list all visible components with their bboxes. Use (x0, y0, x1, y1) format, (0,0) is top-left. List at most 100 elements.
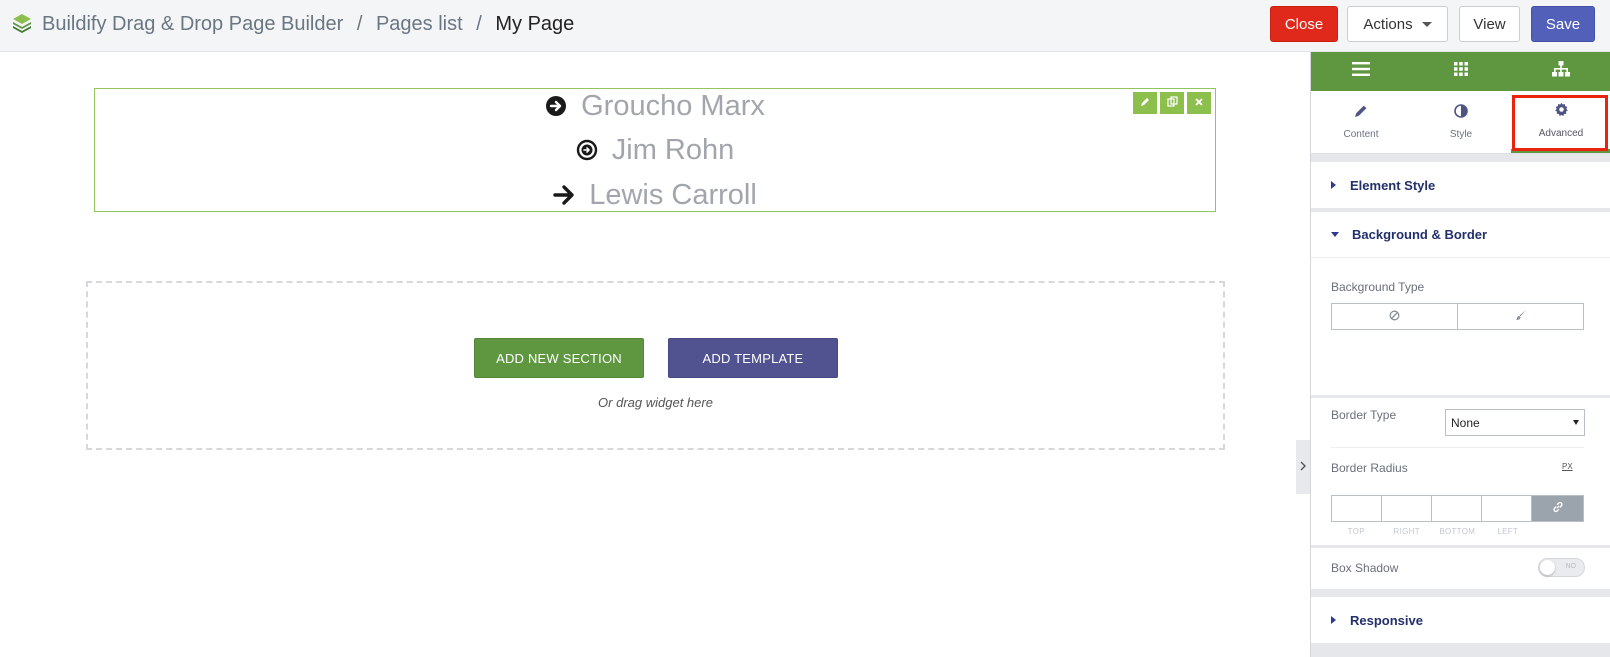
pencil-icon (1140, 94, 1150, 112)
add-template-button[interactable]: ADD TEMPLATE (668, 338, 838, 378)
caret-right-icon (1331, 181, 1336, 189)
actions-dropdown-button[interactable]: Actions (1347, 6, 1448, 42)
box-shadow-toggle[interactable]: NO (1538, 558, 1585, 577)
view-button[interactable]: View (1459, 6, 1520, 42)
quote-item: Lewis Carroll (95, 178, 1215, 212)
radius-label-left: LEFT (1497, 527, 1519, 536)
border-type-value: None (1451, 415, 1480, 430)
close-icon (1194, 94, 1204, 112)
breadcrumb-pages-list[interactable]: Pages list (376, 13, 463, 35)
caret-down-icon (1421, 21, 1432, 27)
ban-icon (1389, 308, 1400, 326)
buildify-logo-icon (12, 13, 32, 33)
element-style-title: Element Style (1350, 177, 1436, 193)
quote-author: Jim Rohn (611, 133, 735, 166)
edit-widget-button[interactable] (1133, 92, 1157, 114)
duplicate-widget-button[interactable] (1160, 92, 1184, 114)
copy-icon (1166, 94, 1178, 112)
responsive-toggle[interactable]: Responsive (1311, 597, 1610, 643)
background-border-title: Background & Border (1352, 227, 1488, 242)
box-shadow-toggle-value: NO (1565, 563, 1577, 570)
remove-widget-button[interactable] (1187, 92, 1211, 114)
border-type-select[interactable]: None (1445, 409, 1585, 436)
tab-style-label: Style (1449, 129, 1473, 140)
view-button-label: View (1473, 15, 1506, 33)
add-new-section-label: ADD NEW SECTION (496, 350, 622, 366)
background-type-control (1331, 303, 1584, 330)
section-responsive: Responsive (1311, 597, 1610, 643)
breadcrumb-separator: / (476, 13, 482, 35)
tab-advanced-label: Advanced (1538, 127, 1584, 139)
contrast-icon (1454, 104, 1468, 123)
top-bar: Buildify Drag & Drop Page Builder / Page… (0, 0, 1610, 52)
widgets-button[interactable] (1411, 52, 1511, 91)
quote-item: Jim Rohn (95, 133, 1215, 167)
radius-right-input[interactable] (1382, 496, 1432, 521)
background-type-label: Background Type (1331, 280, 1425, 294)
section-element-style: Element Style (1311, 162, 1610, 208)
box-shadow-label: Box Shadow (1331, 561, 1399, 575)
gear-icon (1554, 102, 1569, 122)
paint-brush-icon (1515, 308, 1527, 326)
add-section-dropzone[interactable]: ADD NEW SECTION ADD TEMPLATE Or drag wid… (86, 281, 1225, 450)
arrow-circle-right-icon (545, 95, 567, 117)
add-new-section-button[interactable]: ADD NEW SECTION (474, 338, 644, 378)
background-type-classic[interactable] (1457, 304, 1583, 329)
section-border-controls: Border Type None Border Radius PX TOP RI… (1311, 398, 1610, 545)
radius-label-top: TOP (1347, 527, 1365, 536)
tab-content-label: Content (1343, 129, 1379, 140)
arrow-right-icon (553, 184, 575, 206)
border-radius-inputs (1331, 495, 1584, 522)
chevron-right-icon (1300, 458, 1306, 476)
hamburger-menu-icon (1352, 62, 1370, 81)
background-border-toggle[interactable]: Background & Border (1311, 212, 1610, 258)
selected-widget[interactable]: Groucho Marx Jim Rohn Lewis Carroll (94, 88, 1216, 212)
close-button-label: Close (1284, 15, 1324, 33)
panel-header (1311, 52, 1610, 91)
close-button[interactable]: Close (1270, 6, 1338, 42)
link-values-button[interactable] (1532, 496, 1583, 521)
breadcrumb-current-page: My Page (495, 13, 575, 35)
add-template-label: ADD TEMPLATE (702, 350, 804, 366)
radius-label-right: RIGHT (1393, 527, 1420, 536)
divider (1331, 447, 1584, 448)
tab-advanced[interactable]: Advanced (1511, 91, 1610, 153)
border-type-label: Border Type (1331, 408, 1397, 422)
radius-side-labels: TOP RIGHT BOTTOM LEFT (1331, 527, 1533, 536)
section-background-border: Background & Border Background Type (1311, 212, 1610, 395)
border-radius-label: Border Radius (1331, 461, 1408, 475)
caret-down-icon (1331, 232, 1339, 237)
widget-toolbar (1133, 92, 1211, 114)
breadcrumb: Buildify Drag & Drop Page Builder / Page… (42, 12, 574, 36)
save-button-label: Save (1545, 15, 1581, 33)
quote-item: Groucho Marx (95, 89, 1215, 123)
arrow-circle-o-right-icon (576, 139, 598, 161)
menu-button[interactable] (1311, 52, 1411, 91)
grid-icon (1454, 62, 1468, 81)
caret-right-icon (1331, 616, 1336, 624)
quote-author: Lewis Carroll (589, 178, 757, 211)
editor-panel: Content Style Advanced Element Style Bac… (1310, 52, 1610, 657)
radius-left-input[interactable] (1482, 496, 1532, 521)
tab-style[interactable]: Style (1411, 91, 1511, 153)
responsive-title: Responsive (1350, 612, 1423, 628)
border-radius-unit[interactable]: PX (1562, 462, 1573, 471)
tab-content[interactable]: Content (1311, 91, 1411, 153)
breadcrumb-separator: / (356, 13, 363, 35)
navigator-button[interactable] (1511, 52, 1610, 91)
pencil-icon (1354, 104, 1368, 123)
sitemap-icon (1552, 61, 1570, 82)
drag-hint: Or drag widget here (598, 395, 713, 410)
element-style-toggle[interactable]: Element Style (1311, 162, 1610, 208)
link-icon (1552, 500, 1564, 518)
save-button[interactable]: Save (1531, 6, 1595, 42)
actions-button-label: Actions (1363, 15, 1413, 33)
breadcrumb-app-name[interactable]: Buildify Drag & Drop Page Builder (42, 13, 343, 35)
dropdown-arrow-icon (1573, 420, 1579, 425)
radius-bottom-input[interactable] (1432, 496, 1482, 521)
collapse-panel-button[interactable] (1296, 440, 1310, 494)
background-type-none[interactable] (1332, 304, 1457, 329)
radius-top-input[interactable] (1332, 496, 1382, 521)
radius-label-bottom: BOTTOM (1439, 527, 1476, 536)
toggle-knob (1540, 560, 1555, 575)
